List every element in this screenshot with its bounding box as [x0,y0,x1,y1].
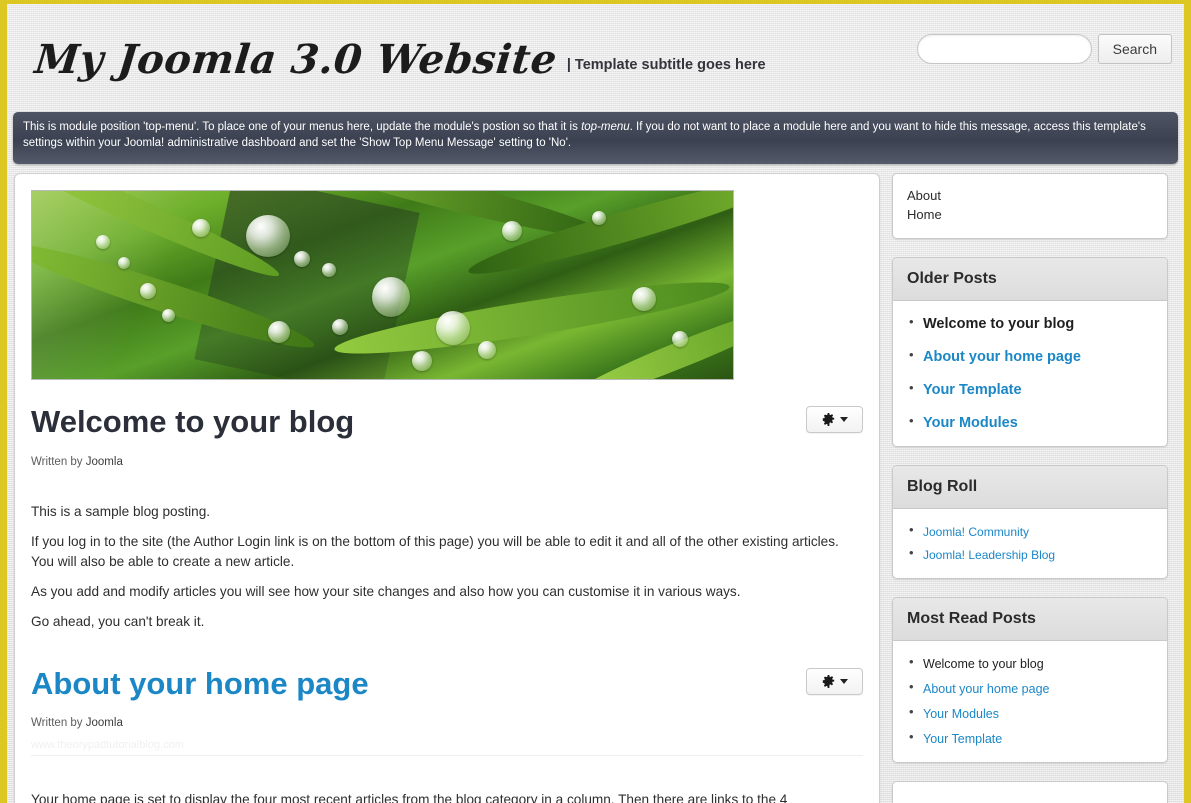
list-item-link[interactable]: Your Modules [923,415,1018,431]
water-droplet [332,319,348,335]
article-title-link[interactable]: About your home page [31,666,369,702]
chevron-down-icon [839,417,848,422]
sidebar-module-blog-roll: Blog Roll Joomla! Community Joomla! Lead… [892,465,1168,579]
article-paragraph: Go ahead, you can't break it. [31,613,205,629]
search-area: Search [916,34,1172,64]
main-content: Welcome to your blog Written by Joomla T… [14,173,880,803]
module-list: Welcome to your blog About your home pag… [909,314,1153,432]
sidebar-module-next [892,781,1168,803]
chevron-down-icon [839,678,848,684]
top-menu-message-emphasis: top-menu [581,121,630,133]
module-body: Joomla! Community Joomla! Leadership Blo… [893,509,1167,578]
watermark-text: www.theorypadtutorialblog.com [31,739,863,757]
water-droplet [436,311,470,345]
byline-author: Joomla [85,455,123,468]
sidebar-menu-item-home[interactable]: Home [907,205,1153,224]
list-item-link[interactable]: Your Modules [923,707,999,721]
article-body: This is a sample blog posting. If you lo… [31,502,863,632]
article-paragraph: If you log in to the site (the Author Lo… [31,533,839,569]
water-droplet [672,331,688,347]
top-menu-message-part1: This is module position 'top-menu'. To p… [23,121,582,133]
article-header: About your home page Written by Joomla [31,642,863,729]
water-droplet [268,321,290,343]
module-list: Welcome to your blog About your home pag… [909,654,1153,748]
water-droplet [246,215,290,257]
water-droplet [118,257,130,269]
byline-prefix: Written by [31,455,83,468]
sidebar-menu-body: About Home [893,174,1167,238]
water-droplet [372,277,410,317]
sidebar-menu-item-about[interactable]: About [907,186,1153,205]
list-item: Your Template [909,380,1153,399]
search-input[interactable] [916,34,1092,64]
article-header: Welcome to your blog Written by Joomla [31,380,863,468]
water-droplet [192,219,210,237]
list-item: About your home page [909,679,1153,698]
article-options-button[interactable] [806,667,863,695]
sidebar-module-older-posts: Older Posts Welcome to your blog About y… [892,257,1168,447]
top-menu-message: This is module position 'top-menu'. To p… [13,112,1178,164]
module-title: Most Read Posts [893,598,1167,641]
water-droplet [162,309,175,322]
byline-author: Joomla [85,717,123,730]
module-title: Older Posts [893,258,1167,301]
article-body: Your home page is set to display the fou… [31,790,863,803]
list-item: Joomla! Leadership Blog [909,545,1153,564]
list-item: Your Template [909,729,1153,748]
water-droplet [478,341,496,359]
brand: My Joomla 3.0 Website | Template subtitl… [32,36,766,83]
list-item: Your Modules [909,413,1153,432]
sidebar: About Home Older Posts Welcome to your b… [892,173,1168,803]
article-paragraph: This is a sample blog posting. [31,503,211,519]
list-item-link[interactable]: About your home page [923,682,1049,696]
article-byline: Written by Joomla [31,456,354,468]
article-title: Welcome to your blog [31,404,355,439]
article-byline: Written by Joomla [31,717,369,729]
water-droplet [592,211,606,225]
module-body [893,782,1167,803]
list-item: About your home page [909,347,1153,366]
byline-prefix: Written by [31,717,83,730]
page-frame: My Joomla 3.0 Website | Template subtitl… [0,0,1191,803]
list-item-current: Welcome to your blog [923,316,1075,332]
water-droplet [140,283,156,299]
water-droplet [412,351,432,371]
article-options-button[interactable] [806,406,863,433]
article-paragraph: As you add and modify articles you will … [31,583,741,599]
module-list: Joomla! Community Joomla! Leadership Blo… [909,522,1153,564]
sidebar-module-most-read-posts: Most Read Posts Welcome to your blog Abo… [892,597,1168,763]
list-item: Your Modules [909,704,1153,723]
content-columns: Welcome to your blog Written by Joomla T… [7,164,1184,803]
gear-icon [822,674,834,688]
list-item-link[interactable]: Joomla! Community [923,525,1029,539]
water-droplet [632,287,656,311]
site-subtitle: | Template subtitle goes here [566,57,766,73]
hero-image-grass-dew [31,190,734,380]
module-body: Welcome to your blog About your home pag… [893,641,1167,762]
article-welcome-to-your-blog: Welcome to your blog Written by Joomla T… [31,380,863,632]
module-title: Blog Roll [893,466,1167,509]
sidebar-menu-module: About Home [892,173,1168,239]
article-paragraph: Your home page is set to display the fou… [31,792,788,803]
list-item: Welcome to your blog [909,654,1153,673]
water-droplet [502,221,522,241]
list-item-link[interactable]: Your Template [923,382,1022,398]
water-droplet [96,235,110,249]
gear-icon [822,413,834,426]
list-item-link[interactable]: Your Template [923,732,1002,746]
list-item-link[interactable]: Joomla! Leadership Blog [923,548,1055,562]
list-item-current: Welcome to your blog [923,657,1044,671]
article-about-your-home-page: About your home page Written by Joomla w… [31,642,863,803]
search-button[interactable]: Search [1097,34,1172,64]
list-item: Welcome to your blog [909,314,1153,333]
site-title: My Joomla 3.0 Website [32,36,560,83]
water-droplet [294,251,310,267]
water-droplet [322,263,336,277]
list-item: Joomla! Community [909,522,1153,541]
list-item-link[interactable]: About your home page [923,349,1081,365]
module-body: Welcome to your blog About your home pag… [893,301,1167,446]
site-header: My Joomla 3.0 Website | Template subtitl… [7,4,1184,112]
